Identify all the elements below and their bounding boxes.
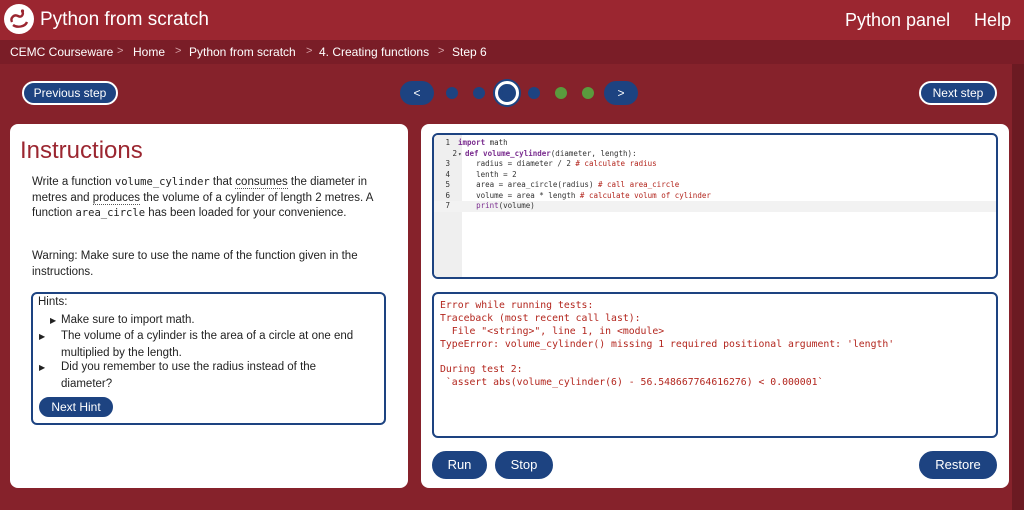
- breadcrumb-courseware[interactable]: CEMC Courseware: [10, 45, 113, 59]
- breadcrumb-separator: >: [117, 45, 124, 57]
- breadcrumb-chapter[interactable]: 4. Creating functions: [319, 45, 429, 59]
- step-dot-current[interactable]: [495, 81, 519, 105]
- code-helper-name: area_circle: [75, 207, 146, 220]
- hint-item: ▶ The volume of a cylinder is the area of…: [39, 330, 354, 359]
- breadcrumb-step: Step 6: [452, 45, 487, 59]
- breadcrumb-separator: >: [175, 45, 182, 57]
- help-link[interactable]: Help: [974, 10, 1011, 31]
- breadcrumb-home[interactable]: Home: [133, 45, 165, 59]
- breadcrumb-separator: >: [306, 45, 313, 57]
- hints-label: Hints:: [38, 296, 68, 308]
- output-line: File "<string>", line 1, in <module>: [440, 326, 665, 337]
- output-line: TypeError: volume_cylinder() missing 1 r…: [440, 339, 895, 350]
- code-line[interactable]: 1 import math: [434, 138, 996, 149]
- output-line: Error while running tests:: [440, 300, 594, 311]
- output-line: `assert abs(volume_cylinder(6) - 56.5486…: [440, 377, 824, 388]
- code-function-name: volume_cylinder: [114, 176, 210, 188]
- python-snake-logo-icon[interactable]: [4, 4, 34, 34]
- code-editor[interactable]: 1 import math 2▾ def volume_cylinder(diame…: [432, 133, 998, 279]
- triangle-right-icon: ▶: [39, 363, 46, 372]
- step-dot[interactable]: [446, 87, 458, 99]
- code-line[interactable]: 4 lenth = 2: [434, 170, 996, 181]
- code-line[interactable]: 3 radius = diameter / 2 # calculate radi…: [434, 159, 996, 170]
- breadcrumb-separator: >: [438, 45, 445, 57]
- step-dot[interactable]: [528, 87, 540, 99]
- stop-button[interactable]: Stop: [495, 451, 553, 479]
- step-dot-complete[interactable]: [555, 87, 567, 99]
- app-title[interactable]: Python from scratch: [40, 9, 209, 31]
- previous-step-button[interactable]: Previous step: [22, 81, 118, 105]
- glossary-term-consumes[interactable]: consumes: [235, 176, 288, 189]
- step-dot-complete[interactable]: [582, 87, 594, 99]
- glossary-term-produces[interactable]: produces: [92, 191, 141, 205]
- instructions-text: Write a function volume_cylinder that co…: [32, 176, 373, 220]
- next-hint-button[interactable]: Next Hint: [37, 395, 115, 419]
- restore-button[interactable]: Restore: [919, 451, 997, 479]
- page-edge-strip: [1012, 64, 1024, 510]
- triangle-right-icon: ▶: [39, 332, 46, 341]
- run-button[interactable]: Run: [432, 451, 487, 479]
- step-dot[interactable]: [473, 87, 485, 99]
- hint-item: ▶ Make sure to import math.: [50, 312, 370, 329]
- pager-right-arrow-icon[interactable]: >: [604, 81, 638, 105]
- code-line[interactable]: 2▾ def volume_cylinder(diameter, length):: [434, 149, 996, 160]
- code-line[interactable]: 6 volume = area * length # calculate vol…: [434, 191, 996, 202]
- python-panel-link[interactable]: Python panel: [845, 10, 950, 31]
- next-step-button[interactable]: Next step: [919, 81, 997, 105]
- output-line: Traceback (most recent call last):: [440, 313, 641, 324]
- code-line[interactable]: 5 area = area_circle(radius) # call area…: [434, 180, 996, 191]
- triangle-right-icon: ▶: [50, 316, 57, 325]
- instructions-title: Instructions: [20, 137, 143, 164]
- warning-text: Warning: Make sure to use the name of th…: [32, 250, 358, 278]
- breadcrumb-course[interactable]: Python from scratch: [189, 45, 296, 59]
- pager-left-arrow-icon[interactable]: <: [400, 81, 434, 105]
- hint-item: ▶ Did you remember to use the radius inst…: [39, 361, 317, 390]
- code-line-active[interactable]: 7 print(volume): [434, 201, 996, 212]
- output-line: During test 2:: [440, 364, 523, 375]
- top-bar: Python from scratch Python panel Help: [0, 0, 1024, 40]
- breadcrumb: CEMC Courseware > Home > Python from scr…: [0, 40, 1024, 64]
